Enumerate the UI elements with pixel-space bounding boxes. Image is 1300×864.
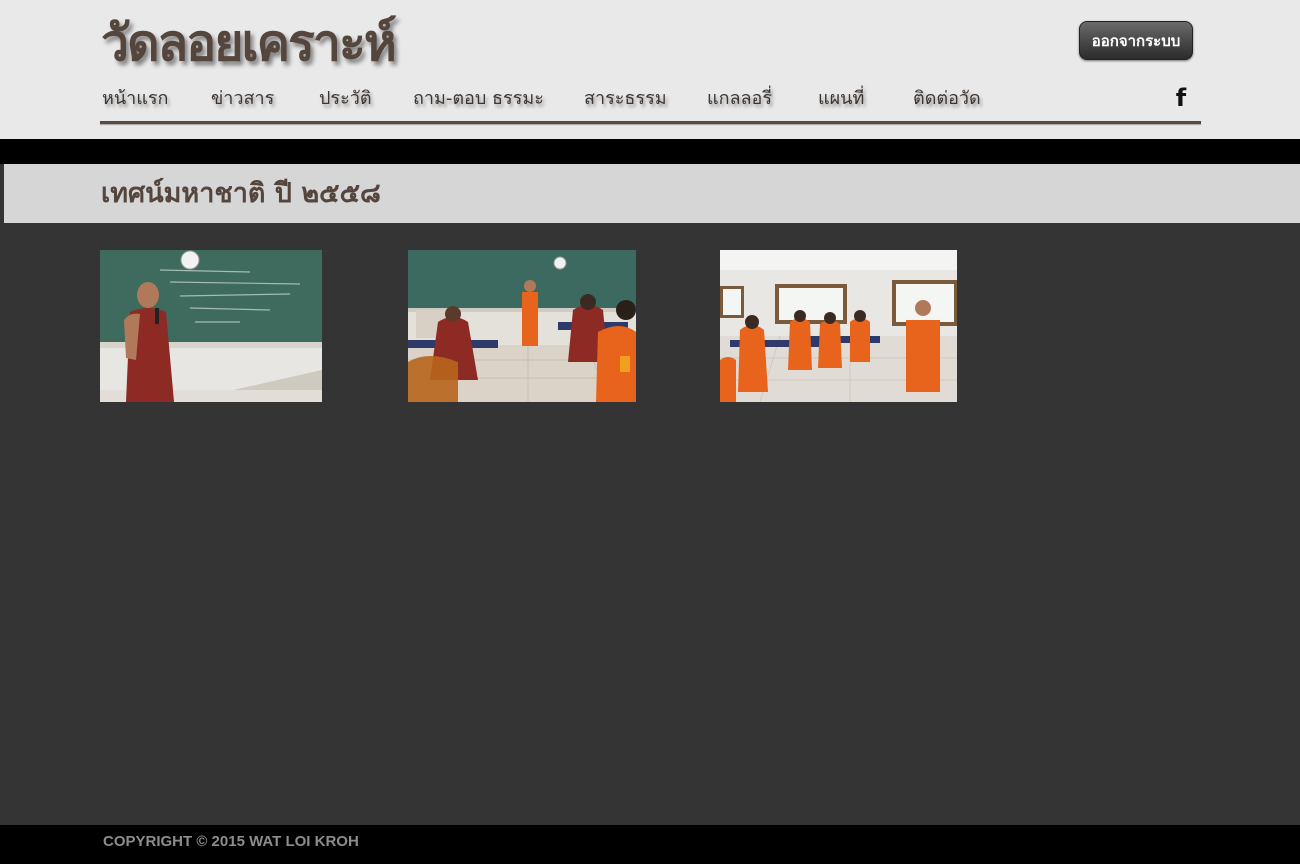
gallery-photo-2[interactable] [408,250,636,402]
site-footer: COPYRIGHT © 2015 WAT LOI KROH [0,825,1300,864]
photo-classroom-monk-speaking-icon [720,250,957,402]
page-title-bar: เทศน์มหาชาติ ปี ๒๕๕๘ [4,164,1300,223]
site-header: วัดลอยเคราะห์ ออกจากระบบ หน้าแรก ข่าวสาร… [0,0,1300,139]
gallery-photo-1[interactable] [100,250,322,402]
site-title[interactable]: วัดลอยเคราะห์ [101,8,397,78]
nav-item-map[interactable]: แผนที่ [818,84,864,114]
nav-divider [100,121,1201,124]
gallery-photo-3[interactable] [720,250,957,402]
logout-button[interactable]: ออกจากระบบ [1079,21,1193,60]
header-band [0,139,1300,164]
nav-item-home[interactable]: หน้าแรก [102,84,168,114]
nav-item-news[interactable]: ข่าวสาร [211,84,274,114]
facebook-icon[interactable]: f [1170,84,1192,112]
nav-item-dharma-articles[interactable]: สาระธรรม [584,84,667,114]
photo-classroom-monks-seated-icon [408,250,636,402]
copyright-text: COPYRIGHT © 2015 WAT LOI KROH [103,833,359,850]
page-title: เทศน์มหาชาติ ปี ๒๕๕๘ [101,178,381,209]
nav-item-contact[interactable]: ติดต่อวัด [913,84,981,114]
nav-item-dharma-qa[interactable]: ถาม-ตอบ ธรรมะ [413,84,544,114]
nav-item-gallery[interactable]: แกลลอรี่ [707,84,772,114]
photo-monk-teaching-blackboard-icon [100,250,322,402]
nav-item-history[interactable]: ประวัติ [319,84,372,114]
